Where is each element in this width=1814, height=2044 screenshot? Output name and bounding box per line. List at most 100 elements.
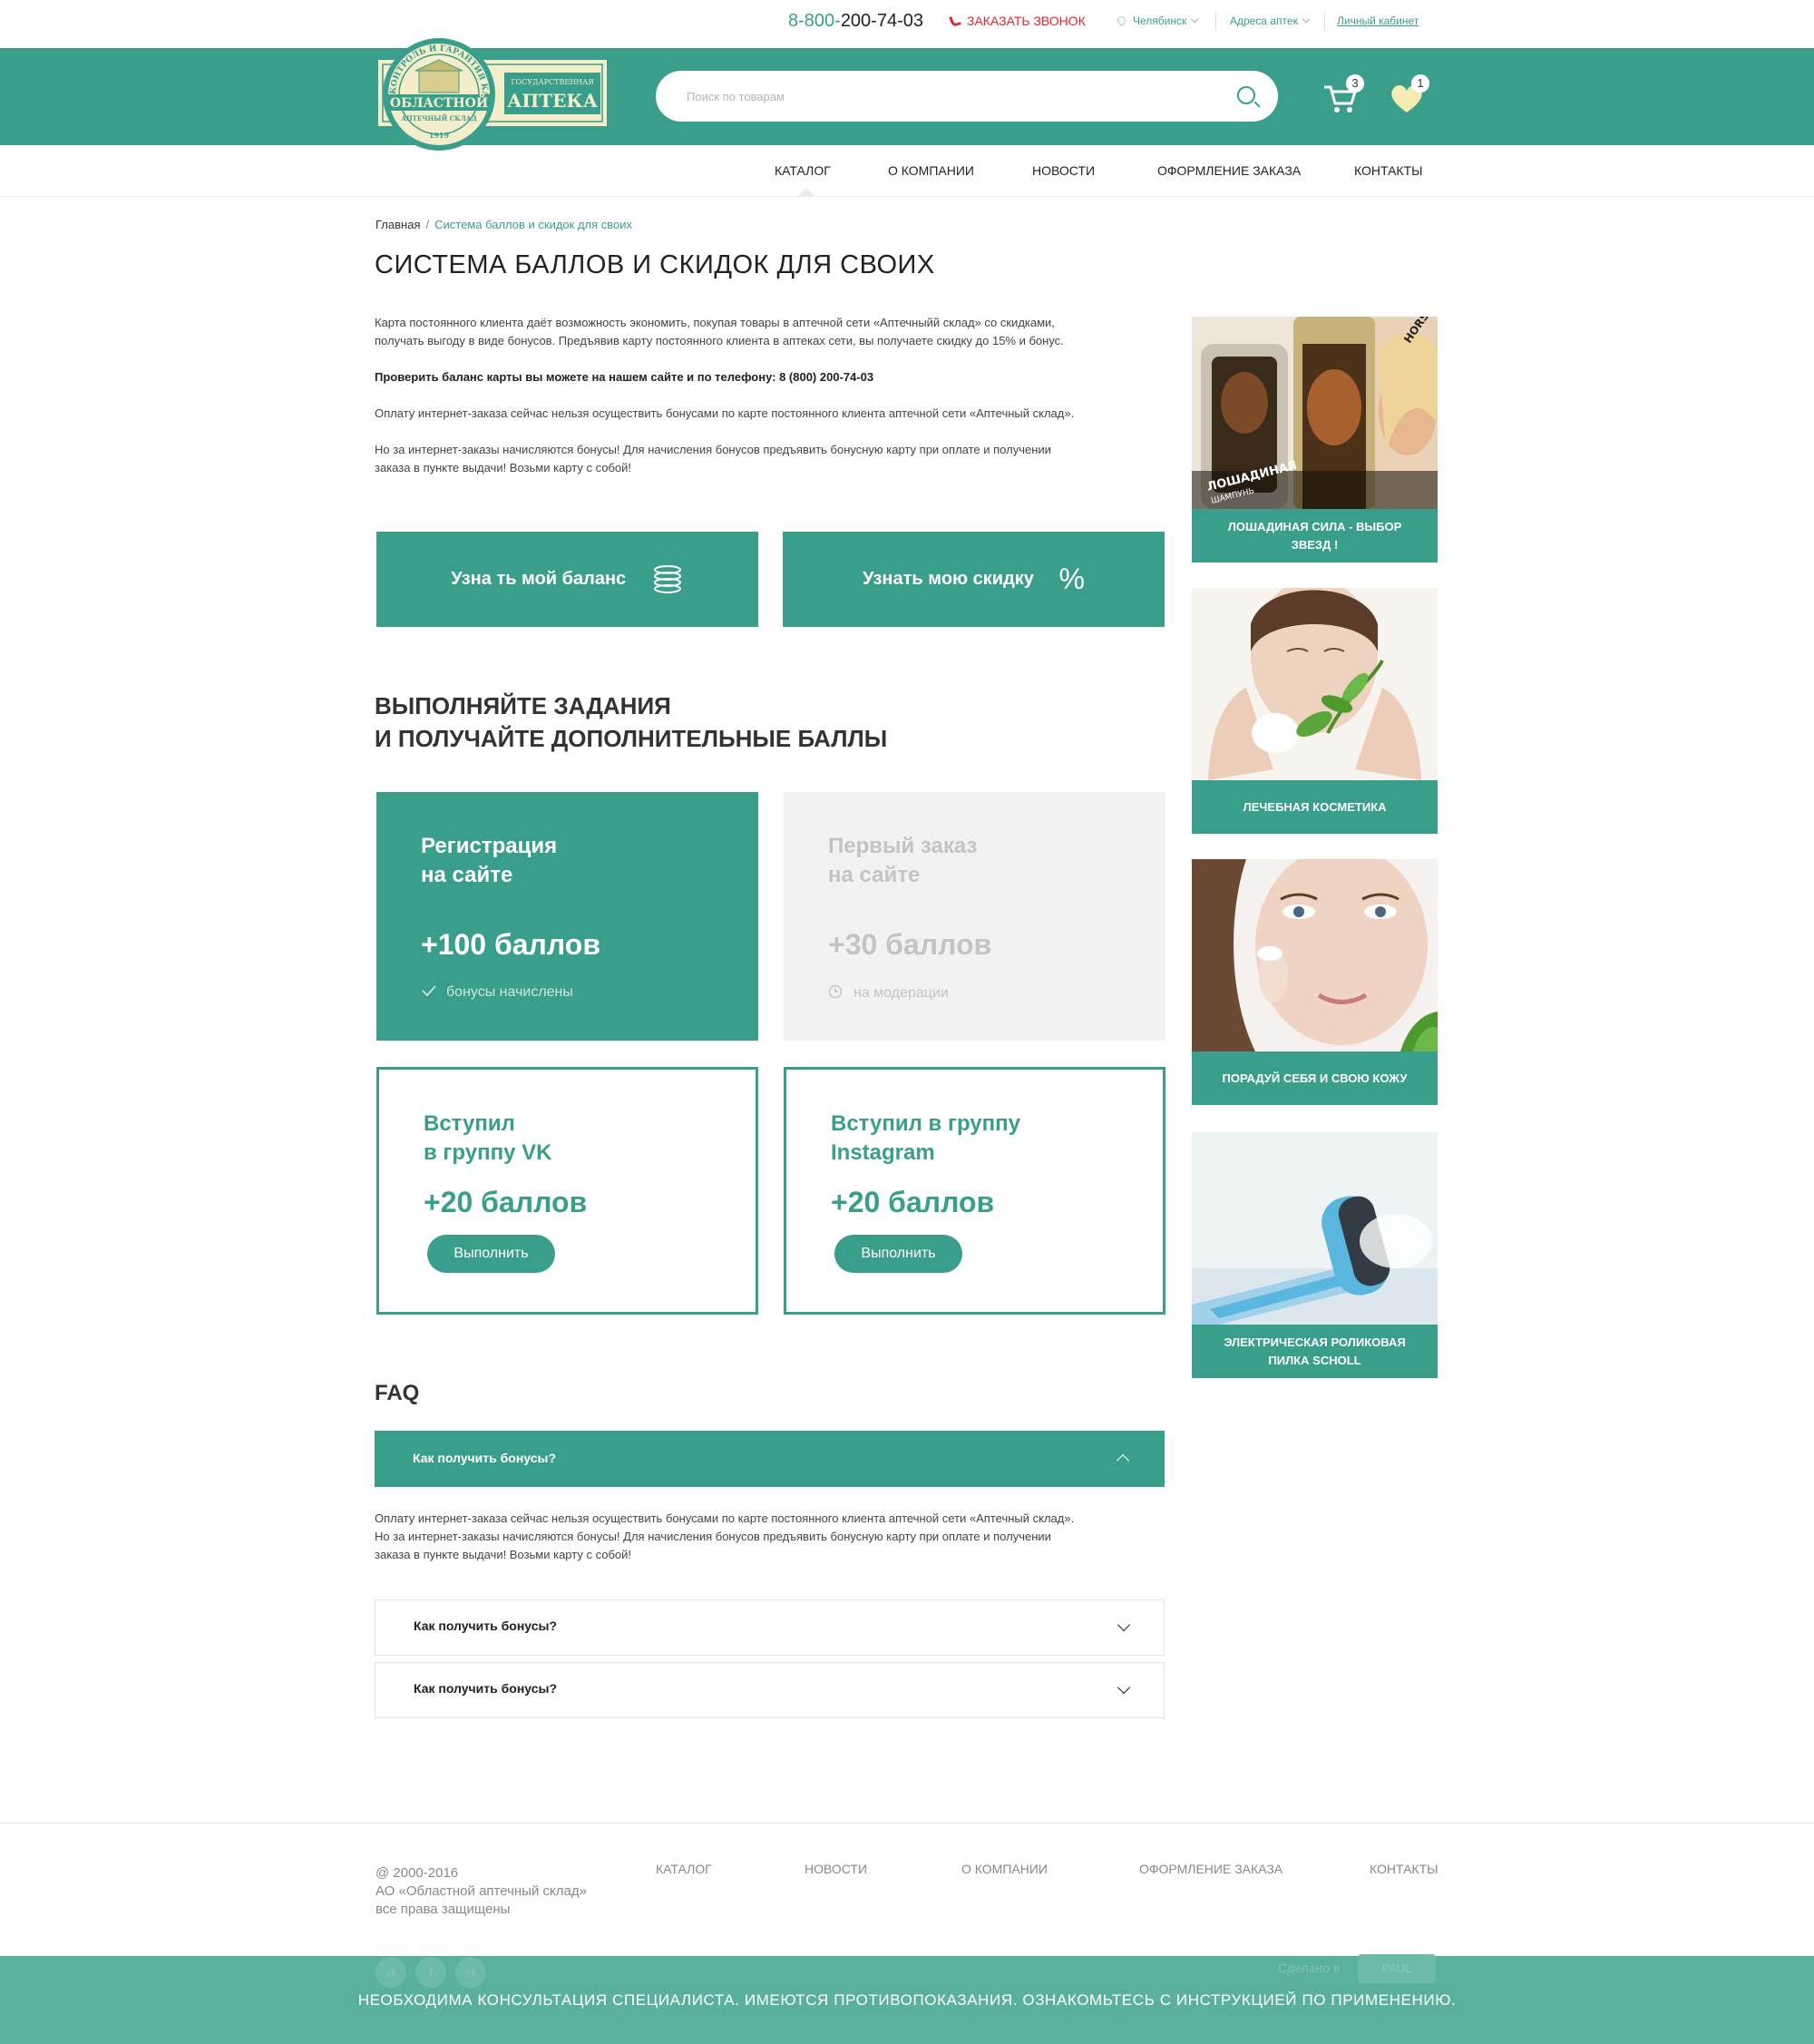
task-status: бонусы начислены [421, 984, 573, 1001]
logo[interactable]: КОНТРОЛЬ И ГАРАНТИЯ КАЧЕСТВА ОБЛАСТНОЙ А… [375, 36, 610, 154]
chevron-down-icon [1190, 15, 1199, 24]
coins-icon [653, 564, 681, 593]
bonus-note: Но за интернет-заказы начисляются бонусы… [375, 441, 1164, 477]
chevron-up-icon [1116, 1453, 1130, 1468]
phone-number[interactable]: 8-800-200-74-03 [788, 11, 923, 32]
search-bar [656, 71, 1278, 122]
task-card-vk: Вступил в группу VK +20 баллов Выполнить [376, 1067, 758, 1315]
task-status: на модерации [828, 984, 949, 1002]
intro-paragraph: Карта постоянного клиента даёт возможнос… [375, 314, 1164, 350]
task-title-line: Вступил [424, 1111, 515, 1136]
check-discount-button[interactable]: Узнать мою скидку % [783, 532, 1165, 627]
promo-scholl[interactable]: ЭЛЕКТРИЧЕСКАЯ РОЛИКОВАЯ ПИЛКА SCHOLL [1192, 1132, 1438, 1378]
complete-instagram-task-button[interactable]: Выполнить [834, 1235, 962, 1273]
personal-cabinet-link[interactable]: Личный кабинет [1337, 15, 1419, 27]
footer-link-checkout[interactable]: ОФОРМЛЕНИЕ ЗАКАЗА [1139, 1862, 1282, 1876]
chevron-down-icon [1117, 1618, 1131, 1632]
percent-icon: % [1058, 562, 1085, 596]
faq-item-open[interactable]: Как получить бонусы? [375, 1431, 1165, 1487]
nav-item-checkout[interactable]: ОФОРМЛЕНИЕ ЗАКАЗА [1157, 163, 1301, 178]
task-title-line: на сайте [421, 863, 513, 887]
task-title-line: Первый заказ [828, 834, 978, 858]
favorites-button[interactable]: 1 [1388, 74, 1429, 116]
nav-item-contacts[interactable]: КОНТАКТЫ [1354, 163, 1423, 178]
vk-icon[interactable]: vk [375, 1957, 406, 1988]
intro-line: получать выгоду в виде бонусов. Предъяви… [375, 334, 1064, 347]
task-title: Вступил в группу Instagram [831, 1110, 1020, 1168]
nav-item-about[interactable]: О КОМПАНИИ [888, 163, 974, 178]
bonus-note-line: Но за интернет-заказы начисляются бонусы… [375, 443, 1051, 456]
studio-logo[interactable]: PAUL [1358, 1954, 1436, 1983]
logo-ribbon-text: ОБЛАСТНОЙ [390, 93, 488, 111]
promo-image-shampoo: ЛОШАДИНАЯ ШАМПУНЬ HORSE FORCE [1192, 317, 1438, 509]
faq-answer-line: Оплату интернет-заказа сейчас нельзя осу… [375, 1511, 1075, 1525]
promo-caption: ЭЛЕКТРИЧЕСКАЯ РОЛИКОВАЯ ПИЛКА SCHOLL [1192, 1325, 1438, 1378]
intro-line: Карта постоянного клиента даёт возможнос… [375, 316, 1055, 329]
active-nav-caret [797, 188, 815, 197]
faq-item-collapsed[interactable]: Как получить бонусы? [375, 1599, 1165, 1656]
search-input[interactable] [687, 85, 1195, 107]
nav-item-news[interactable]: НОВОСТИ [1032, 163, 1095, 178]
check-balance-label: Узна ть мой баланс [451, 569, 627, 589]
promo-caption: ЛЕЧЕБНАЯ КОСМЕТИКА [1192, 780, 1438, 834]
odnoklassniki-icon[interactable]: ok [455, 1957, 486, 1988]
task-card-instagram: Вступил в группу Instagram +20 баллов Вып… [784, 1067, 1165, 1315]
shampoo-bottles-image: ЛОШАДИНАЯ ШАМПУНЬ HORSE FORCE [1192, 317, 1438, 509]
faq-item-collapsed[interactable]: Как получить бонусы? [375, 1662, 1165, 1718]
check-balance-button[interactable]: Узна ть мой баланс [376, 532, 758, 627]
copyright-line: АО «Областной аптечный склад» [375, 1883, 587, 1899]
task-points: +20 баллов [831, 1186, 995, 1218]
tasks-heading-line: ВЫПОЛНЯЙТЕ ЗАДАНИЯ [375, 692, 671, 719]
footer-link-about[interactable]: О КОМПАНИИ [961, 1862, 1048, 1876]
breadcrumb-home[interactable]: Главная [375, 218, 420, 231]
promo-caption: ЛОШАДИНАЯ СИЛА - ВЫБОР ЗВЕЗД ! [1192, 509, 1438, 562]
phone-prefix: 8-800- [788, 11, 841, 31]
phone-icon [949, 14, 961, 28]
faq-answer: Оплату интернет-заказа сейчас нельзя осу… [375, 1510, 1164, 1564]
city-selector[interactable]: Челябинск [1116, 15, 1199, 27]
balance-check-text: Проверить баланс карты вы можете на наше… [375, 370, 874, 384]
faq-answer-line: Но за интернет-заказы начисляются бонусы… [375, 1530, 1051, 1543]
task-title: Регистрация на сайте [421, 832, 557, 890]
facebook-icon[interactable]: f [415, 1957, 446, 1988]
faq-heading: FAQ [375, 1381, 420, 1405]
nav-item-catalog[interactable]: КАТАЛОГ [775, 163, 831, 178]
faq-question: Как получить бонусы? [414, 1619, 558, 1633]
pharmacy-addresses-dropdown[interactable]: Адреса аптек [1230, 15, 1311, 27]
electric-roller-file-image [1192, 1132, 1438, 1325]
divider [1215, 13, 1216, 31]
woman-applying-cream-image [1192, 859, 1438, 1051]
promo-horse-force[interactable]: ЛОШАДИНАЯ ШАМПУНЬ HORSE FORCE ЛОШАДИНАЯ … [1192, 317, 1438, 563]
task-points: +30 баллов [828, 928, 992, 961]
main-nav: КАТАЛОГ О КОМПАНИИ НОВОСТИ ОФОРМЛЕНИЕ ЗА… [0, 145, 1814, 197]
callback-link[interactable]: ЗАКАЗАТЬ ЗВОНОК [949, 14, 1086, 28]
footer-link-catalog[interactable]: КАТАЛОГ [656, 1862, 712, 1876]
chevron-down-icon [1302, 15, 1311, 24]
promo-image-cosmetics [1192, 588, 1438, 780]
promo-caption: ПОРАДУЙ СЕБЯ И СВОЮ КОЖУ [1192, 1051, 1438, 1105]
search-icon[interactable] [1237, 86, 1255, 104]
task-title-line: Вступил в группу [831, 1111, 1020, 1136]
cart-button[interactable]: 3 [1322, 74, 1364, 116]
complete-vk-task-button[interactable]: Выполнить [427, 1235, 555, 1273]
city-label: Челябинск [1133, 15, 1187, 27]
tasks-heading: ВЫПОЛНЯЙТЕ ЗАДАНИЯ И ПОЛУЧАЙТЕ ДОПОЛНИТЕ… [375, 689, 887, 755]
footer-link-contacts[interactable]: КОНТАКТЫ [1370, 1862, 1439, 1876]
task-title: Вступил в группу VK [424, 1110, 551, 1168]
payment-note: Оплату интернет-заказа сейчас нельзя осу… [375, 406, 1075, 420]
task-status-label: бонусы начислены [446, 984, 573, 1000]
footer-link-news[interactable]: НОВОСТИ [805, 1862, 867, 1876]
task-title-line: Instagram [831, 1140, 935, 1165]
cart-count-badge: 3 [1346, 74, 1364, 93]
logo-year: 1919 [429, 131, 450, 140]
favorites-count-badge: 1 [1411, 74, 1429, 93]
tasks-heading-line: И ПОЛУЧАЙТЕ ДОПОЛНИТЕЛЬНЫЕ БАЛЛЫ [375, 725, 888, 752]
promo-cosmetics[interactable]: ЛЕЧЕБНАЯ КОСМЕТИКА [1192, 588, 1438, 835]
faq-answer-line: заказа в пункте выдачи! Возьми карту с с… [375, 1548, 632, 1561]
page-title: СИСТЕМА БАЛЛОВ И СКИДОК ДЛЯ СВОИХ [375, 250, 935, 279]
logo-sub-text: АПТЕЧНЫЙ СКЛАД [401, 113, 476, 122]
faq-question: Как получить бонусы? [414, 1681, 558, 1696]
task-points: +20 баллов [424, 1186, 588, 1218]
task-title-line: в группу VK [424, 1140, 552, 1165]
promo-skin-care[interactable]: ПОРАДУЙ СЕБЯ И СВОЮ КОЖУ [1192, 859, 1438, 1106]
